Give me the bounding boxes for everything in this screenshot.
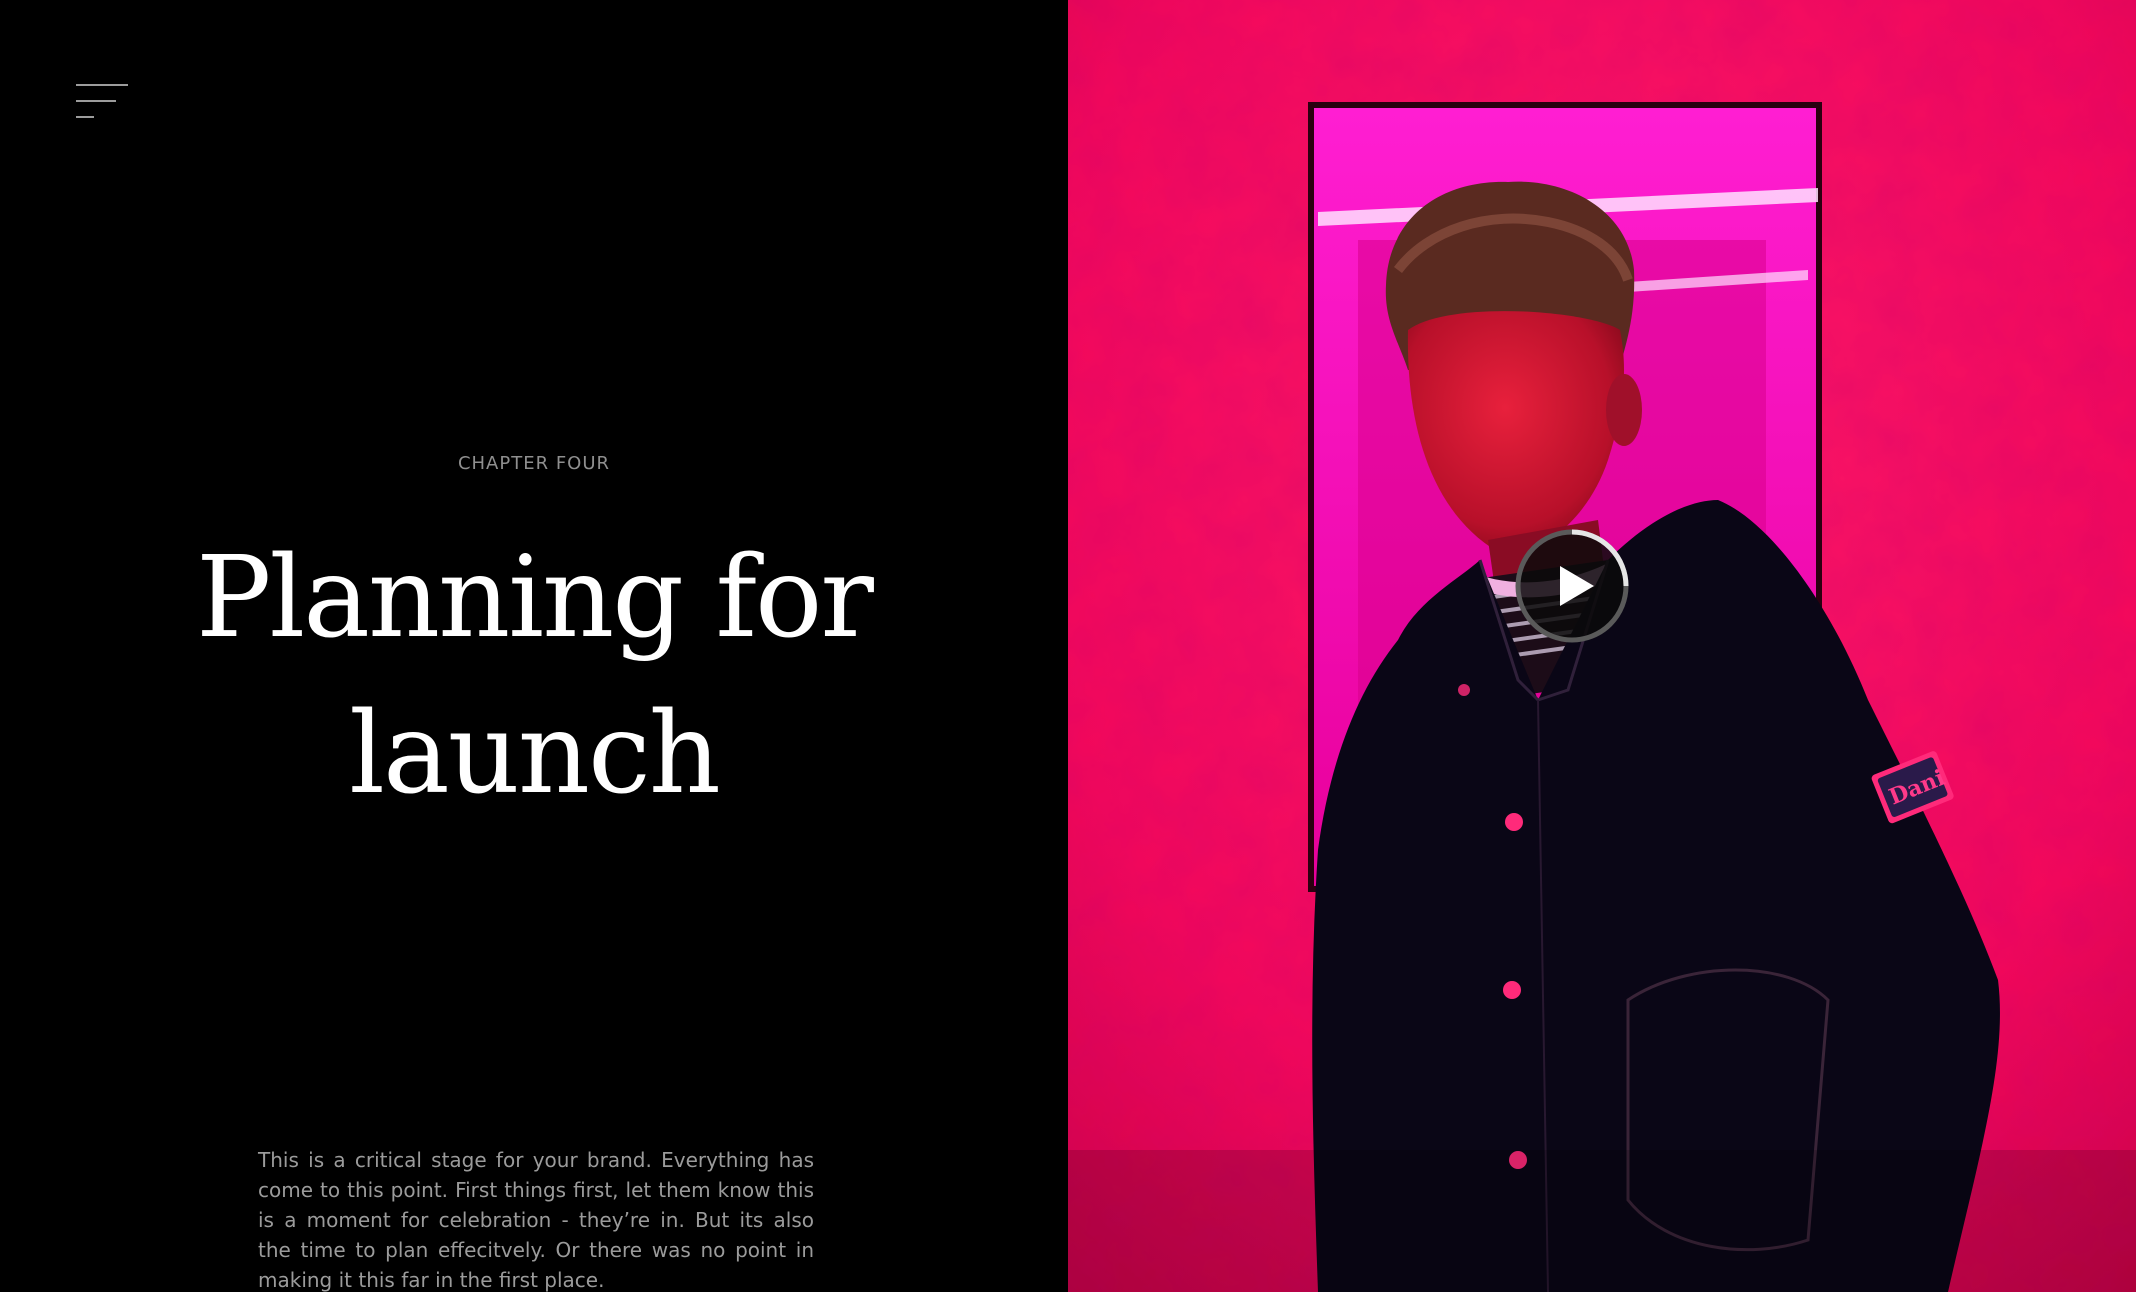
hamburger-menu-button[interactable]	[76, 84, 130, 118]
body-paragraph: This is a critical stage for your brand.…	[258, 1148, 814, 1292]
play-icon	[1515, 529, 1629, 643]
video-play-button[interactable]	[1512, 526, 1632, 646]
hamburger-menu-icon	[76, 84, 128, 118]
title-line-2: launch	[349, 689, 721, 819]
left-panel: CHAPTER FOUR Planning for launch This is…	[0, 0, 1068, 1292]
media-panel: Dani	[1068, 0, 2136, 1292]
title-line-1: Planning for	[196, 533, 874, 663]
page: CHAPTER FOUR Planning for launch This is…	[0, 0, 2136, 1292]
chapter-label: CHAPTER FOUR	[457, 453, 611, 474]
page-title: Planning for launch	[150, 520, 918, 832]
